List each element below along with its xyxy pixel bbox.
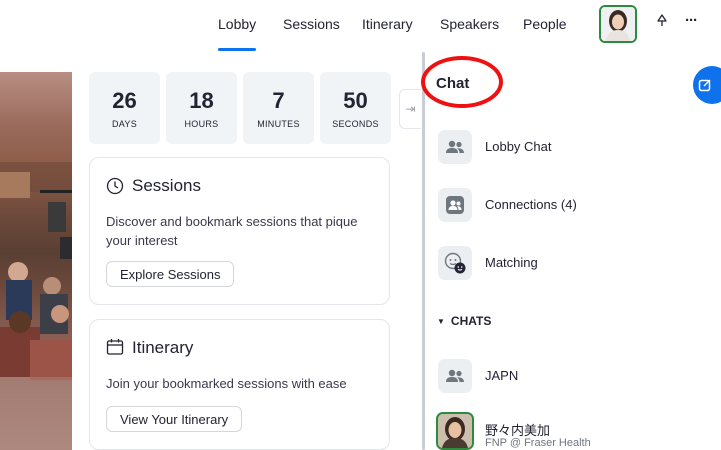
sessions-card-title: Sessions bbox=[132, 176, 201, 195]
tab-people[interactable]: People bbox=[523, 16, 567, 32]
matching-icon bbox=[438, 246, 472, 280]
itinerary-card-description: Join your bookmarked sessions with ease bbox=[106, 376, 347, 391]
chat-item-japn[interactable]: JAPN bbox=[438, 359, 708, 395]
countdown-hours: 18 HOURS bbox=[166, 72, 237, 144]
explore-sessions-button[interactable]: Explore Sessions bbox=[106, 261, 235, 287]
countdown-seconds-label: SECONDS bbox=[332, 119, 379, 129]
tab-speakers[interactable]: Speakers bbox=[440, 16, 499, 32]
tab-itinerary[interactable]: Itinerary bbox=[362, 16, 413, 32]
countdown-days: 26 DAYS bbox=[89, 72, 160, 144]
group-icon bbox=[438, 130, 472, 164]
countdown-minutes: 7 MINUTES bbox=[243, 72, 314, 144]
countdown-minutes-value: 7 bbox=[272, 88, 285, 113]
clock-icon bbox=[106, 177, 124, 200]
tab-sessions[interactable]: Sessions bbox=[283, 16, 340, 32]
connections-icon bbox=[438, 188, 472, 222]
collapse-arrow-icon: ⇥ bbox=[405, 102, 416, 116]
connections-label: Connections (4) bbox=[485, 197, 577, 212]
countdown-hours-label: HOURS bbox=[184, 119, 219, 129]
panel-divider[interactable] bbox=[422, 52, 425, 450]
pin-icon[interactable] bbox=[655, 13, 669, 33]
person-photo bbox=[438, 414, 472, 448]
countdown-seconds-value: 50 bbox=[343, 88, 368, 113]
highlight-annotation bbox=[421, 56, 503, 108]
top-navigation: Lobby Sessions Itinerary Speakers People… bbox=[0, 0, 721, 52]
countdown-hours-value: 18 bbox=[189, 88, 214, 113]
profile-photo bbox=[601, 7, 635, 41]
caret-down-icon: ▼ bbox=[437, 317, 445, 326]
profile-avatar[interactable] bbox=[599, 5, 637, 43]
chat-item-lobby-chat[interactable]: Lobby Chat bbox=[438, 130, 708, 166]
countdown-minutes-label: MINUTES bbox=[257, 119, 300, 129]
countdown-days-label: DAYS bbox=[111, 119, 138, 129]
compose-button[interactable] bbox=[693, 66, 721, 104]
chat-item-matching[interactable]: Matching bbox=[438, 246, 708, 282]
view-itinerary-button[interactable]: View Your Itinerary bbox=[106, 406, 243, 432]
japn-label: JAPN bbox=[485, 368, 519, 383]
chats-section-header[interactable]: ▼ CHATS bbox=[437, 314, 491, 328]
compose-icon bbox=[698, 79, 711, 92]
tab-lobby[interactable]: Lobby bbox=[218, 16, 256, 32]
more-icon[interactable]: ··· bbox=[685, 12, 698, 29]
itinerary-card: Itinerary Join your bookmarked sessions … bbox=[89, 319, 390, 450]
lobby-chat-label: Lobby Chat bbox=[485, 139, 552, 154]
collapse-panel-handle[interactable]: ⇥ bbox=[399, 89, 421, 129]
sessions-card-description: Discover and bookmark sessions that piqu… bbox=[106, 214, 358, 248]
calendar-icon bbox=[106, 338, 124, 361]
person-avatar[interactable] bbox=[436, 412, 474, 450]
person-subtitle: FNP @ Fraser Health bbox=[485, 437, 591, 449]
matching-label: Matching bbox=[485, 255, 538, 270]
active-tab-indicator bbox=[218, 48, 256, 51]
sessions-card: Sessions Discover and bookmark sessions … bbox=[89, 157, 390, 305]
itinerary-card-title: Itinerary bbox=[132, 338, 194, 357]
group-icon bbox=[438, 359, 472, 393]
banner-image bbox=[0, 72, 72, 450]
chats-section-label: CHATS bbox=[450, 314, 492, 328]
countdown-days-value: 26 bbox=[112, 88, 137, 113]
audience-photo bbox=[0, 162, 72, 450]
chat-item-connections[interactable]: Connections (4) bbox=[438, 188, 708, 224]
countdown-seconds: 50 SECONDS bbox=[320, 72, 391, 144]
